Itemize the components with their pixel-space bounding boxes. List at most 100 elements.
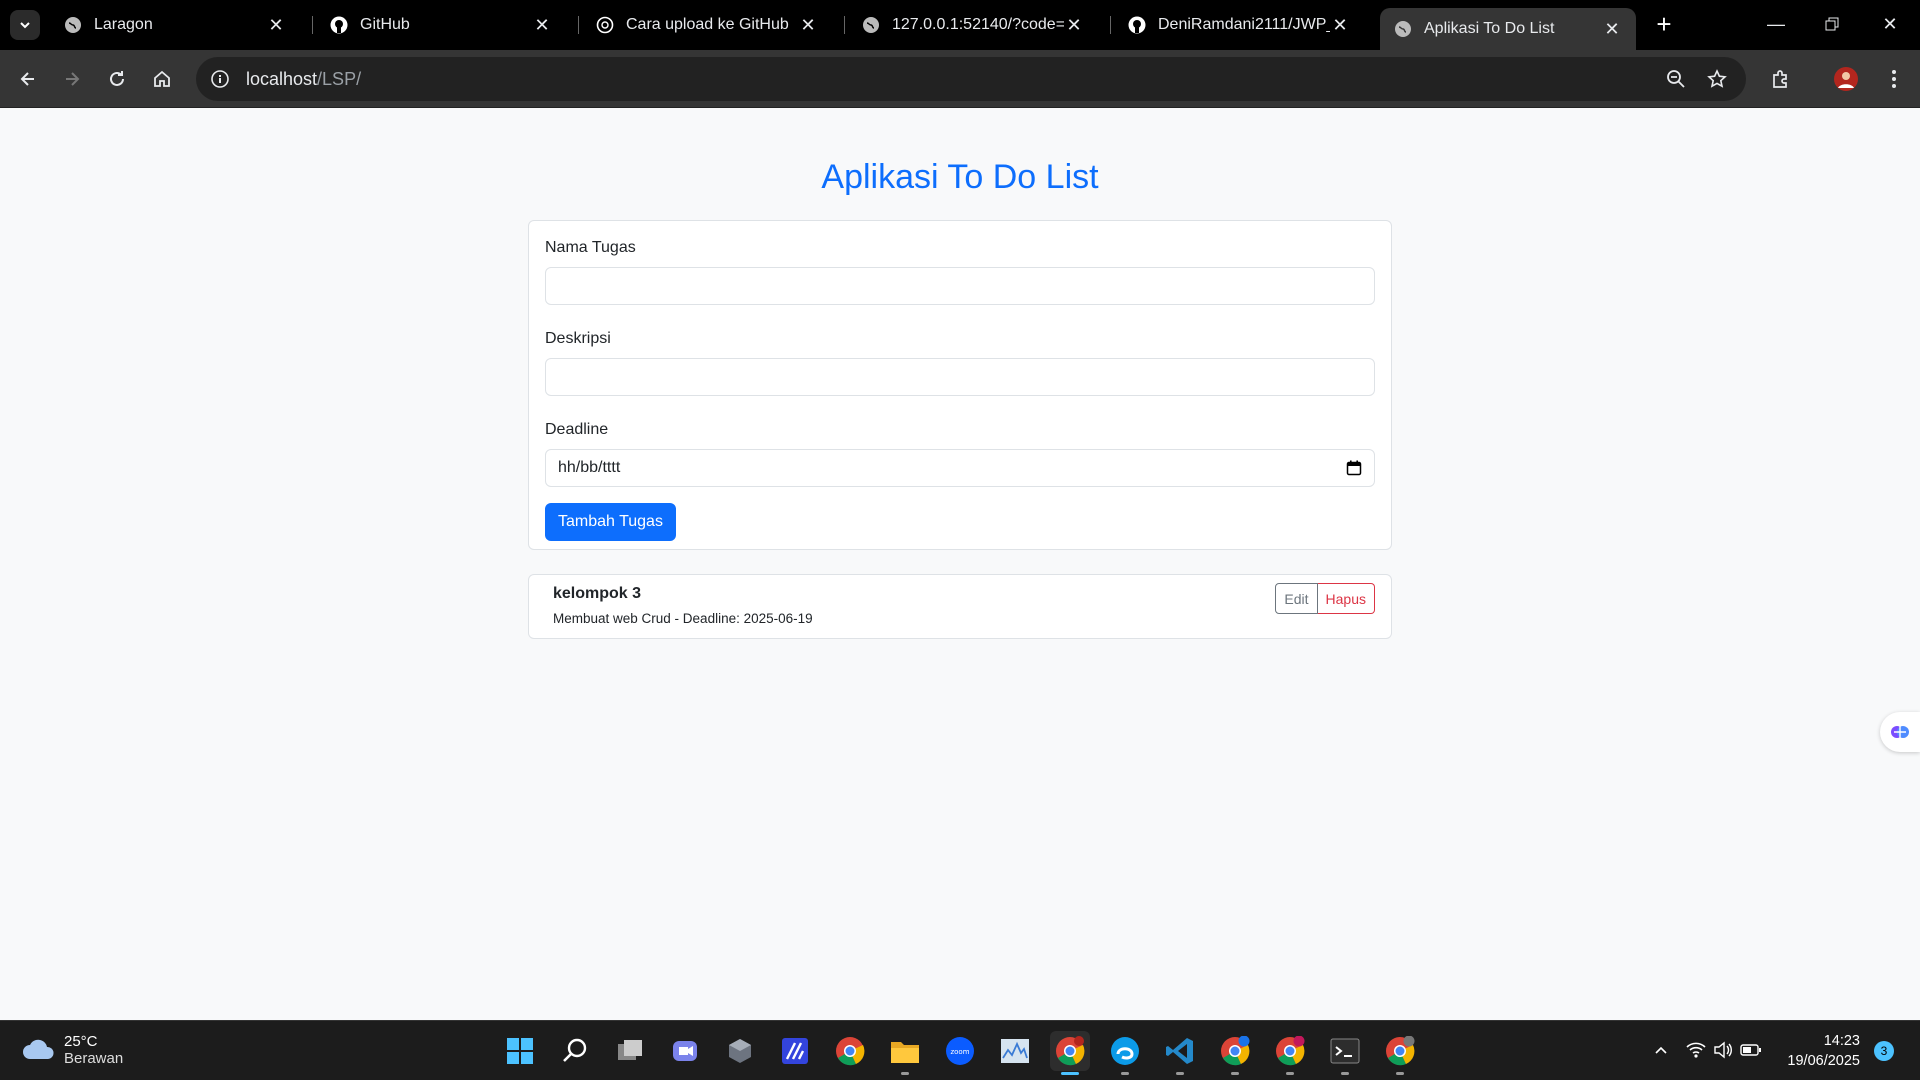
- tab-title: 127.0.0.1:52140/?code=6a: [892, 16, 1064, 33]
- app-chrome-profile-1[interactable]: [1050, 1031, 1090, 1075]
- tab-chatgpt[interactable]: Cara upload ke GitHub ✕: [582, 8, 832, 42]
- reload-button[interactable]: [101, 63, 133, 95]
- app-chrome-profile-d[interactable]: [1215, 1031, 1255, 1075]
- app-chrome-profile-d2[interactable]: [1270, 1031, 1310, 1075]
- search-button[interactable]: [555, 1031, 595, 1071]
- running-indicator: [1121, 1072, 1129, 1075]
- zoom-button[interactable]: [1660, 63, 1692, 95]
- extensions-button[interactable]: [1765, 63, 1797, 95]
- task-description: Membuat web Crud - Deadline: 2025-06-19: [553, 611, 813, 626]
- windows-icon: [507, 1038, 533, 1064]
- new-tab-button[interactable]: +: [1650, 9, 1678, 39]
- system-clock[interactable]: 14:23 19/06/2025: [1780, 1031, 1860, 1071]
- description-input[interactable]: [545, 358, 1375, 396]
- volume-status[interactable]: [1712, 1039, 1734, 1061]
- clock-time: 14:23: [1823, 1033, 1860, 1049]
- app-file-explorer[interactable]: [885, 1031, 925, 1075]
- tab-divider: [578, 16, 579, 34]
- url-text: localhost/LSP/: [246, 69, 361, 90]
- close-window-button[interactable]: ✕: [1870, 8, 1910, 40]
- forward-button[interactable]: [56, 63, 88, 95]
- running-indicator: [1341, 1072, 1349, 1075]
- task-name-label: Nama Tugas: [545, 239, 636, 256]
- delete-button[interactable]: Hapus: [1317, 583, 1375, 614]
- close-icon[interactable]: ✕: [266, 15, 286, 36]
- zoom-icon: zoom: [946, 1037, 974, 1065]
- windows-taskbar: 25°C Berawan zoom 14:23 19/06/2025 3: [0, 1020, 1920, 1080]
- battery-status[interactable]: [1740, 1039, 1762, 1061]
- restore-button[interactable]: [1812, 8, 1852, 40]
- tab-github-repo[interactable]: DeniRamdani2111/JWP_De ✕: [1114, 8, 1364, 42]
- calendar-icon[interactable]: [1346, 460, 1362, 476]
- running-indicator: [1061, 1072, 1079, 1075]
- address-bar[interactable]: localhost/LSP/: [196, 57, 1746, 101]
- tab-divider: [844, 16, 845, 34]
- task-name-input[interactable]: [545, 267, 1375, 305]
- tab-search-button[interactable]: [10, 10, 40, 40]
- tab-laragon[interactable]: Laragon ✕: [50, 8, 300, 42]
- tray-overflow-button[interactable]: [1650, 1039, 1672, 1061]
- start-button[interactable]: [500, 1031, 540, 1071]
- tab-todo-active[interactable]: Aplikasi To Do List ✕: [1380, 8, 1636, 50]
- task-view-button[interactable]: [610, 1031, 650, 1071]
- running-indicator: [1176, 1072, 1184, 1075]
- tab-title: Cara upload ke GitHub: [626, 16, 789, 33]
- close-icon[interactable]: ✕: [1064, 15, 1084, 36]
- menu-button[interactable]: [1878, 63, 1910, 95]
- tab-divider: [312, 16, 313, 34]
- profile-avatar[interactable]: [1830, 63, 1862, 95]
- notification-badge[interactable]: 3: [1874, 1041, 1894, 1061]
- app-zoom[interactable]: zoom: [940, 1031, 980, 1071]
- tab-localhost-code[interactable]: 127.0.0.1:52140/?code=6a ✕: [848, 8, 1098, 42]
- description-label: Deskripsi: [545, 330, 611, 347]
- close-icon[interactable]: ✕: [532, 15, 552, 36]
- app-chrome[interactable]: [830, 1031, 870, 1071]
- extension-side-button[interactable]: [1880, 712, 1920, 752]
- restore-icon: [1825, 17, 1839, 31]
- cube-icon: [729, 1039, 751, 1063]
- bookmark-button[interactable]: [1701, 63, 1733, 95]
- running-indicator: [1231, 1072, 1239, 1075]
- home-icon: [154, 70, 170, 87]
- speaker-icon: [1714, 1041, 1732, 1059]
- app-vscode[interactable]: [1160, 1031, 1200, 1075]
- app-cube[interactable]: [720, 1031, 760, 1071]
- edit-button[interactable]: Edit: [1275, 583, 1318, 614]
- wifi-icon: [1686, 1042, 1706, 1058]
- arrow-right-icon: [66, 72, 80, 86]
- home-button[interactable]: [146, 63, 178, 95]
- wifi-status[interactable]: [1685, 1039, 1707, 1061]
- app-monitor[interactable]: [995, 1031, 1035, 1071]
- weather-widget[interactable]: 25°C Berawan: [22, 1033, 123, 1067]
- chart-app-icon: [1001, 1039, 1029, 1063]
- edge-icon: [1111, 1037, 1139, 1065]
- tab-github[interactable]: GitHub ✕: [316, 8, 566, 42]
- running-indicator: [901, 1072, 909, 1075]
- reload-icon: [110, 71, 124, 86]
- app-editor[interactable]: [775, 1031, 815, 1071]
- minimize-button[interactable]: —: [1756, 8, 1796, 40]
- weather-condition: Berawan: [64, 1050, 124, 1067]
- close-icon[interactable]: ✕: [1602, 19, 1622, 40]
- svg-text:zoom: zoom: [950, 1048, 969, 1056]
- teams-app[interactable]: [665, 1031, 705, 1071]
- chevron-up-icon: [1655, 1046, 1667, 1054]
- back-button[interactable]: [12, 63, 44, 95]
- info-icon: [211, 70, 229, 88]
- running-indicator: [1396, 1072, 1404, 1075]
- deadline-input[interactable]: hh/bb/tttt: [545, 449, 1375, 487]
- task-item: kelompok 3 Membuat web Crud - Deadline: …: [528, 574, 1392, 639]
- app-edge[interactable]: [1105, 1031, 1145, 1075]
- app-terminal[interactable]: [1325, 1031, 1365, 1075]
- app-chrome-profile-r[interactable]: [1380, 1031, 1420, 1075]
- close-icon[interactable]: ✕: [798, 15, 818, 36]
- vscode-icon: [1166, 1038, 1193, 1064]
- task-view-icon: [618, 1040, 642, 1060]
- browser-tab-strip: Laragon ✕ GitHub ✕ Cara upload ke GitHub…: [0, 0, 1920, 50]
- chrome-icon: [1221, 1036, 1250, 1066]
- close-icon[interactable]: ✕: [1330, 15, 1350, 36]
- cloud-icon: [23, 1039, 54, 1059]
- weather-temp: 25°C: [64, 1033, 98, 1050]
- more-vertical-icon: [1892, 70, 1896, 88]
- add-task-button[interactable]: Tambah Tugas: [545, 503, 676, 541]
